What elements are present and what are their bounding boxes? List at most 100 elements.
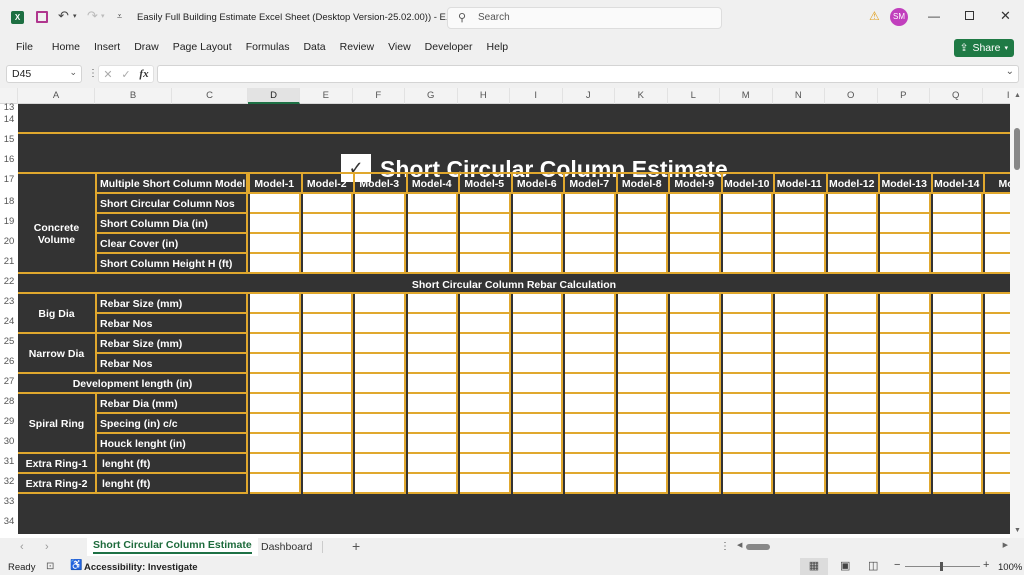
input-cell[interactable]	[775, 474, 826, 494]
input-cell[interactable]	[933, 414, 984, 434]
input-cell[interactable]	[250, 334, 301, 354]
name-box[interactable]: D45 ⌄	[6, 65, 82, 83]
input-cell[interactable]	[250, 414, 301, 434]
input-cell[interactable]	[355, 194, 406, 214]
tab-formulas[interactable]: Formulas	[239, 41, 297, 53]
input-cell[interactable]	[303, 394, 354, 414]
input-cell[interactable]	[880, 294, 931, 314]
input-cell[interactable]	[618, 254, 669, 274]
input-cell[interactable]	[670, 294, 721, 314]
input-cell[interactable]	[933, 254, 984, 274]
column-header-g[interactable]: G	[405, 88, 458, 104]
input-cell[interactable]	[775, 434, 826, 454]
input-cell[interactable]	[565, 394, 616, 414]
input-cell[interactable]	[828, 214, 879, 234]
tab-review[interactable]: Review	[333, 41, 381, 53]
input-cell[interactable]	[933, 334, 984, 354]
input-cell[interactable]	[828, 314, 879, 334]
column-header-i[interactable]: I	[510, 88, 563, 104]
input-cell[interactable]	[723, 354, 774, 374]
tab-data[interactable]: Data	[296, 41, 332, 53]
input-cell[interactable]	[670, 254, 721, 274]
input-cell[interactable]	[565, 454, 616, 474]
column-header-m[interactable]: M	[720, 88, 773, 104]
row-header-21[interactable]: 21	[0, 256, 18, 267]
row-header-17[interactable]: 17	[0, 174, 18, 185]
input-cell[interactable]	[828, 294, 879, 314]
input-cell[interactable]	[775, 254, 826, 274]
chevron-down-icon[interactable]: ⌄	[69, 67, 77, 78]
input-cell[interactable]	[723, 394, 774, 414]
minimize-button[interactable]: —	[928, 9, 940, 23]
input-cell[interactable]	[985, 314, 1010, 334]
row-header-30[interactable]: 30	[0, 436, 18, 447]
input-cell[interactable]	[355, 334, 406, 354]
input-cell[interactable]	[775, 354, 826, 374]
input-cell[interactable]	[250, 214, 301, 234]
input-cell[interactable]	[355, 414, 406, 434]
row-header-28[interactable]: 28	[0, 396, 18, 407]
input-cell[interactable]	[828, 374, 879, 394]
input-cell[interactable]	[828, 334, 879, 354]
row-header-16[interactable]: 16	[0, 154, 18, 165]
column-header-e[interactable]: E	[300, 88, 353, 104]
tab-page-layout[interactable]: Page Layout	[166, 41, 239, 53]
input-cell[interactable]	[828, 454, 879, 474]
input-cell[interactable]	[250, 254, 301, 274]
input-cell[interactable]	[933, 434, 984, 454]
input-cell[interactable]	[880, 454, 931, 474]
add-sheet-button[interactable]: +	[352, 538, 360, 554]
input-cell[interactable]	[723, 314, 774, 334]
input-cell[interactable]	[303, 214, 354, 234]
column-header-d[interactable]: D	[248, 88, 300, 104]
column-header-b[interactable]: B	[95, 88, 172, 104]
input-cell[interactable]	[670, 334, 721, 354]
input-cell[interactable]	[723, 194, 774, 214]
input-cell[interactable]	[565, 434, 616, 454]
zoom-slider-thumb[interactable]	[940, 562, 943, 571]
input-cell[interactable]	[618, 414, 669, 434]
input-cell[interactable]	[880, 334, 931, 354]
column-header-h[interactable]: H	[458, 88, 511, 104]
page-layout-view-button[interactable]: ▣	[840, 559, 850, 572]
input-cell[interactable]	[775, 234, 826, 254]
next-sheet-icon[interactable]: ›	[45, 541, 49, 553]
input-cell[interactable]	[408, 334, 459, 354]
close-button[interactable]: ✕	[1000, 8, 1011, 24]
input-cell[interactable]	[828, 474, 879, 494]
cancel-icon[interactable]: ✕	[103, 68, 112, 81]
input-cell[interactable]	[355, 354, 406, 374]
tab-draw[interactable]: Draw	[127, 41, 166, 53]
input-cell[interactable]	[670, 414, 721, 434]
input-cell[interactable]	[303, 474, 354, 494]
row-header-19[interactable]: 19	[0, 216, 18, 227]
input-cell[interactable]	[565, 474, 616, 494]
input-cell[interactable]	[513, 214, 564, 234]
input-cell[interactable]	[355, 294, 406, 314]
input-cell[interactable]	[513, 334, 564, 354]
input-cell[interactable]	[933, 194, 984, 214]
zoom-out-button[interactable]: −	[894, 559, 900, 571]
input-cell[interactable]	[618, 454, 669, 474]
input-cell[interactable]	[775, 214, 826, 234]
formula-input[interactable]: ⌄	[157, 65, 1019, 83]
input-cell[interactable]	[250, 394, 301, 414]
row-header-32[interactable]: 32	[0, 476, 18, 487]
input-cell[interactable]	[355, 454, 406, 474]
input-cell[interactable]	[670, 214, 721, 234]
input-cell[interactable]	[985, 194, 1010, 214]
input-cell[interactable]	[303, 194, 354, 214]
input-cell[interactable]	[985, 234, 1010, 254]
input-cell[interactable]	[670, 374, 721, 394]
input-cell[interactable]	[565, 294, 616, 314]
input-cell[interactable]	[775, 374, 826, 394]
zoom-slider[interactable]	[905, 566, 980, 567]
row-header-24[interactable]: 24	[0, 316, 18, 327]
row-header-15[interactable]: 15	[0, 134, 18, 145]
column-header-o[interactable]: O	[825, 88, 878, 104]
search-box[interactable]: ⚲ Search	[447, 7, 722, 29]
input-cell[interactable]	[775, 294, 826, 314]
input-cell[interactable]	[303, 254, 354, 274]
tab-home[interactable]: Home	[40, 41, 87, 53]
input-cell[interactable]	[775, 314, 826, 334]
